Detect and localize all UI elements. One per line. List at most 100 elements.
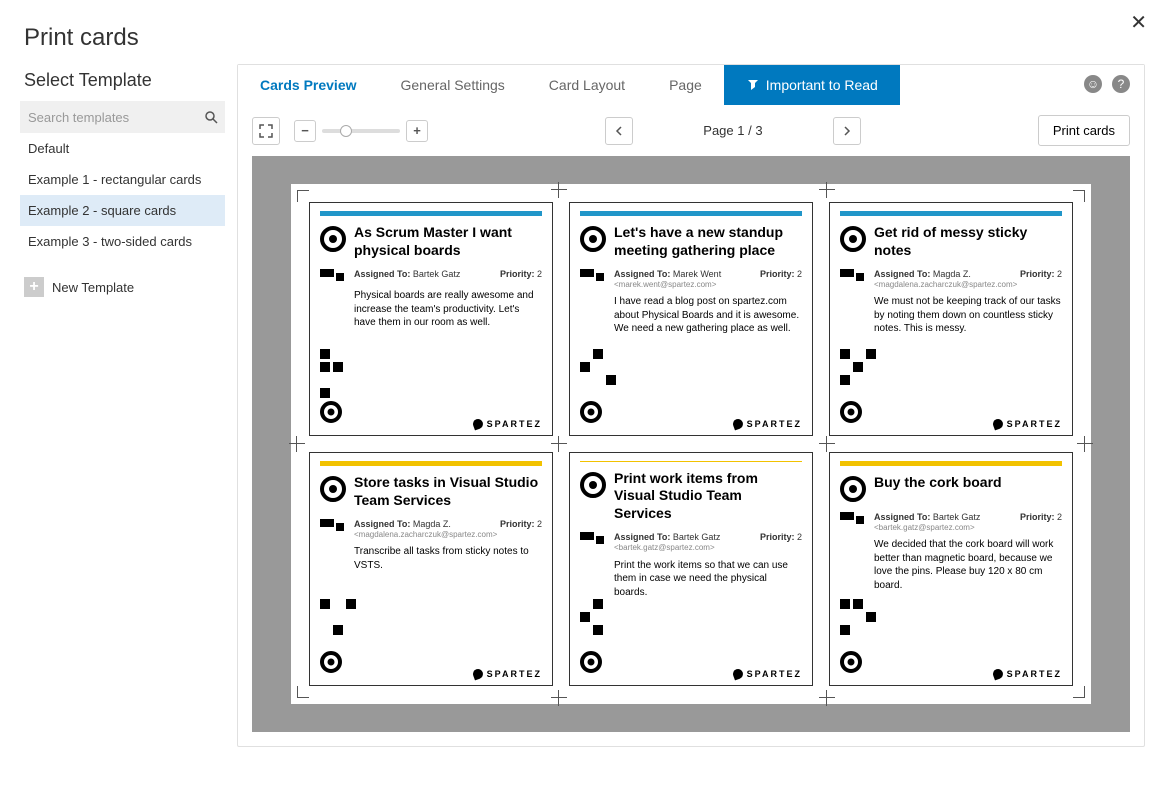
card-color-bar — [320, 211, 542, 216]
print-card: Let's have a new standup meeting gatheri… — [569, 202, 813, 436]
next-page-button[interactable] — [833, 117, 861, 145]
plus-icon: + — [24, 277, 44, 297]
main-panel: Cards PreviewGeneral SettingsCard Layout… — [237, 64, 1145, 747]
brand-icon — [471, 418, 484, 431]
qr-code — [840, 599, 1062, 673]
card-color-bar — [840, 461, 1062, 466]
modal-title: Print cards — [0, 0, 1165, 64]
brand-icon — [991, 668, 1004, 681]
print-card: Store tasks in Visual Studio Team Servic… — [309, 452, 553, 686]
card-body: Transcribe all tasks from sticky notes t… — [354, 545, 542, 572]
tab-general-settings[interactable]: General Settings — [379, 65, 527, 105]
print-card: As Scrum Master I want physical boardsAs… — [309, 202, 553, 436]
crop-mark — [551, 690, 567, 706]
card-body: We decided that the cork board will work… — [874, 538, 1062, 592]
toolbar: − + Page 1 / 3 Print cards — [238, 105, 1144, 156]
qr-code — [320, 599, 542, 673]
preview-page: As Scrum Master I want physical boardsAs… — [291, 184, 1091, 704]
target-icon — [320, 476, 346, 502]
qr-code — [580, 599, 802, 673]
brand-label: SPARTEZ — [733, 669, 802, 679]
crop-mark — [551, 182, 567, 198]
crop-mark — [819, 690, 835, 706]
template-item[interactable]: Example 2 - square cards — [20, 195, 225, 226]
sidebar: Select Template DefaultExample 1 - recta… — [20, 64, 225, 747]
tab-card-layout[interactable]: Card Layout — [527, 65, 647, 105]
qr-code — [580, 349, 802, 423]
crop-mark — [1073, 686, 1085, 698]
print-card: Get rid of messy sticky notesAssigned To… — [829, 202, 1073, 436]
crop-mark — [297, 686, 309, 698]
brand-icon — [731, 668, 744, 681]
person-icon — [320, 269, 346, 283]
template-item[interactable]: Default — [20, 133, 225, 164]
crop-mark — [551, 436, 567, 452]
brand-label: SPARTEZ — [473, 669, 542, 679]
tab-important-to-read[interactable]: Important to Read — [724, 65, 900, 105]
person-icon — [580, 269, 606, 283]
crop-mark — [1073, 190, 1085, 202]
target-icon — [840, 226, 866, 252]
person-icon — [320, 519, 346, 533]
person-icon — [840, 269, 866, 283]
card-body: Print the work items so that we can use … — [614, 559, 802, 600]
crop-mark — [297, 190, 309, 202]
print-button[interactable]: Print cards — [1038, 115, 1130, 146]
card-color-bar — [320, 461, 542, 466]
card-title: Buy the cork board — [874, 474, 1062, 492]
search-icon — [204, 110, 218, 124]
search-wrap — [20, 101, 225, 133]
qr-code — [840, 349, 1062, 423]
card-title: Store tasks in Visual Studio Team Servic… — [354, 474, 542, 509]
brand-label: SPARTEZ — [473, 419, 542, 429]
brand-icon — [471, 668, 484, 681]
card-body: Physical boards are really awesome and i… — [354, 289, 542, 330]
close-button[interactable]: ✕ — [1130, 10, 1147, 35]
crop-mark — [1077, 436, 1093, 452]
brand-icon — [991, 418, 1004, 431]
qr-code — [320, 349, 542, 423]
card-color-bar — [840, 211, 1062, 216]
card-color-bar — [580, 461, 802, 462]
crop-mark — [819, 436, 835, 452]
target-icon — [580, 472, 606, 498]
print-card: Buy the cork boardAssigned To: Bartek Ga… — [829, 452, 1073, 686]
brand-icon — [731, 418, 744, 431]
print-card: Print work items from Visual Studio Team… — [569, 452, 813, 686]
tab-cards-preview[interactable]: Cards Preview — [238, 65, 379, 105]
card-title: As Scrum Master I want physical boards — [354, 224, 542, 259]
smiley-icon[interactable]: ☺ — [1084, 75, 1102, 93]
zoom-slider[interactable] — [322, 129, 400, 133]
zoom-in-button[interactable]: + — [406, 120, 428, 142]
fullscreen-button[interactable] — [252, 117, 280, 145]
sidebar-title: Select Template — [20, 64, 225, 101]
card-color-bar — [580, 211, 802, 216]
card-body: We must not be keeping track of our task… — [874, 295, 1062, 336]
new-template-button[interactable]: + New Template — [20, 269, 225, 305]
target-icon — [580, 226, 606, 252]
brand-label: SPARTEZ — [993, 669, 1062, 679]
tabs: Cards PreviewGeneral SettingsCard Layout… — [238, 65, 1144, 105]
help-icon[interactable]: ? — [1112, 75, 1130, 93]
preview-canvas: As Scrum Master I want physical boardsAs… — [252, 156, 1130, 732]
card-title: Get rid of messy sticky notes — [874, 224, 1062, 259]
crop-mark — [819, 182, 835, 198]
brand-label: SPARTEZ — [733, 419, 802, 429]
template-item[interactable]: Example 3 - two-sided cards — [20, 226, 225, 257]
new-template-label: New Template — [52, 280, 134, 295]
card-title: Let's have a new standup meeting gatheri… — [614, 224, 802, 259]
prev-page-button[interactable] — [605, 117, 633, 145]
zoom-out-button[interactable]: − — [294, 120, 316, 142]
target-icon — [320, 226, 346, 252]
person-icon — [580, 532, 606, 546]
card-title: Print work items from Visual Studio Team… — [614, 470, 802, 523]
brand-label: SPARTEZ — [993, 419, 1062, 429]
search-input[interactable] — [28, 110, 204, 125]
template-item[interactable]: Example 1 - rectangular cards — [20, 164, 225, 195]
person-icon — [840, 512, 866, 526]
card-body: I have read a blog post on spartez.com a… — [614, 295, 802, 336]
crop-mark — [289, 436, 305, 452]
target-icon — [840, 476, 866, 502]
tab-page[interactable]: Page — [647, 65, 724, 105]
page-indicator: Page 1 / 3 — [703, 123, 762, 138]
